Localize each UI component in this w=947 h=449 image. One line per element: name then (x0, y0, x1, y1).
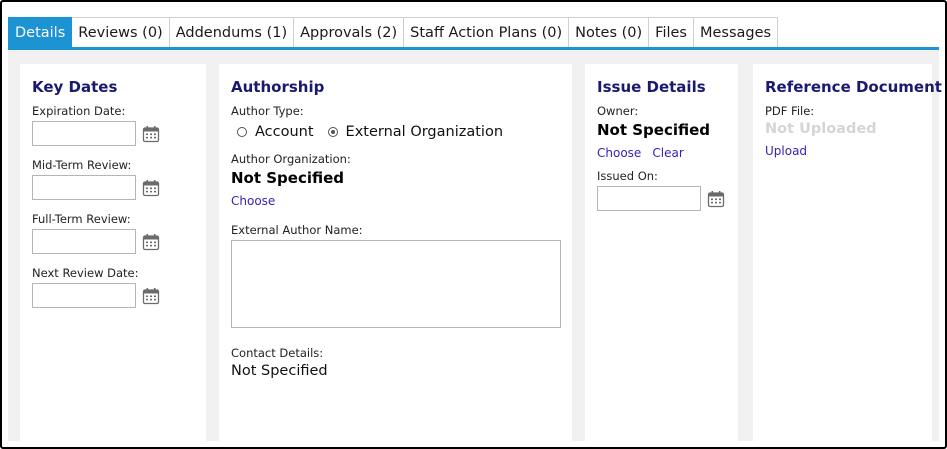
issue-details-panel: Issue Details Owner: Not Specified Choos… (585, 64, 738, 441)
tab-bar: Details Reviews (0) Addendums (1) Approv… (8, 17, 779, 47)
choose-author-organization-link[interactable]: Choose (231, 194, 275, 208)
mid-term-review-input[interactable] (32, 175, 136, 200)
tab-approvals[interactable]: Approvals (2) (294, 17, 405, 47)
contact-details-value: Not Specified (231, 363, 328, 379)
expiration-date-label: Expiration Date: (32, 104, 126, 118)
issued-on-input[interactable] (597, 186, 701, 211)
expiration-date-row (32, 121, 194, 146)
key-dates-title: Key Dates (32, 78, 118, 96)
author-type-radio-group: Account External Organization (237, 124, 560, 140)
external-author-name-input[interactable] (231, 240, 561, 328)
mid-term-review-label: Mid-Term Review: (32, 158, 132, 172)
full-term-review-input[interactable] (32, 229, 136, 254)
tab-messages[interactable]: Messages (693, 17, 779, 47)
account-radio[interactable] (237, 127, 247, 137)
pdf-file-label: PDF File: (765, 104, 815, 118)
owner-value: Not Specified (597, 121, 711, 139)
reference-document-panel: Reference Document PDF File: Not Uploade… (753, 64, 942, 441)
next-review-date-label: Next Review Date: (32, 266, 139, 280)
authorship-panel: Authorship Author Type: Account External… (219, 64, 572, 441)
clear-owner-link[interactable]: Clear (652, 146, 683, 160)
calendar-icon[interactable] (142, 125, 160, 143)
tab-details[interactable]: Details (8, 17, 73, 47)
tab-reviews[interactable]: Reviews (0) (72, 17, 170, 47)
authorship-title: Authorship (231, 78, 325, 96)
author-organization-value: Not Specified (231, 169, 345, 187)
full-term-review-label: Full-Term Review: (32, 212, 131, 226)
author-organization-label: Author Organization: (231, 152, 351, 166)
issued-on-row (597, 186, 726, 211)
pdf-file-value: Not Uploaded (765, 121, 877, 137)
tab-staff-action-plans[interactable]: Staff Action Plans (0) (404, 17, 570, 47)
reference-document-title: Reference Document (765, 78, 942, 96)
account-radio-label[interactable]: Account (255, 124, 314, 140)
issue-details-title: Issue Details (597, 78, 706, 96)
details-content: Key Dates Expiration Date: Mid-Term Revi… (8, 50, 942, 441)
tab-addendums[interactable]: Addendums (1) (169, 17, 295, 47)
choose-owner-link[interactable]: Choose (597, 146, 641, 160)
next-review-date-input[interactable] (32, 283, 136, 308)
tab-notes[interactable]: Notes (0) (569, 17, 650, 47)
next-review-date-row (32, 283, 194, 308)
expiration-date-input[interactable] (32, 121, 136, 146)
key-dates-panel: Key Dates Expiration Date: Mid-Term Revi… (20, 64, 206, 441)
calendar-icon[interactable] (142, 179, 160, 197)
window-frame: Details Reviews (0) Addendums (1) Approv… (0, 0, 947, 449)
issued-on-label: Issued On: (597, 169, 658, 183)
mid-term-review-row (32, 175, 194, 200)
contact-details-label: Contact Details: (231, 346, 324, 360)
calendar-icon[interactable] (707, 190, 725, 208)
calendar-icon[interactable] (142, 287, 160, 305)
full-term-review-row (32, 229, 194, 254)
external-organization-radio[interactable] (327, 127, 338, 137)
upload-pdf-link[interactable]: Upload (765, 144, 807, 158)
external-organization-radio-label[interactable]: External Organization (346, 124, 503, 140)
owner-label: Owner: (597, 104, 639, 118)
calendar-icon[interactable] (142, 233, 160, 251)
external-author-name-label: External Author Name: (231, 223, 363, 237)
tab-files[interactable]: Files (649, 17, 694, 47)
author-type-label: Author Type: (231, 104, 304, 118)
